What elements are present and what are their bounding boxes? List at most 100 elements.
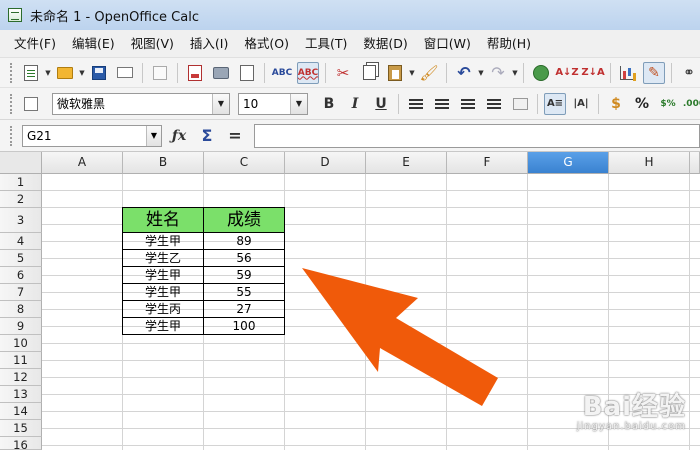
toolbar-grip[interactable]: [10, 93, 12, 114]
column-header-d[interactable]: D: [285, 152, 366, 174]
paste-dropdown[interactable]: ▼: [408, 62, 416, 84]
column-header-c[interactable]: C: [204, 152, 285, 174]
italic-button[interactable]: I: [344, 93, 366, 115]
styles-formatting-button[interactable]: [20, 93, 42, 115]
cell-score[interactable]: 56: [203, 249, 285, 267]
spellcheck-button[interactable]: ABC: [271, 62, 293, 84]
underline-button[interactable]: U: [370, 93, 392, 115]
row-header-7[interactable]: 7: [0, 284, 42, 301]
wrap-text-button[interactable]: A≡: [544, 92, 566, 115]
menu-help[interactable]: 帮助(H): [479, 33, 539, 55]
chevron-down-icon[interactable]: ▼: [290, 93, 307, 114]
column-header-h[interactable]: H: [609, 152, 690, 174]
cell-score[interactable]: 27: [203, 300, 285, 318]
column-header-b[interactable]: B: [123, 152, 204, 174]
cut-button[interactable]: ✂: [332, 62, 354, 84]
open-dropdown[interactable]: ▼: [78, 62, 86, 84]
font-size-select[interactable]: 10 ▼: [238, 92, 308, 115]
row-header-8[interactable]: 8: [0, 301, 42, 318]
row-header-11[interactable]: 11: [0, 352, 42, 369]
header-cell-name[interactable]: 姓名: [122, 207, 204, 233]
bold-button[interactable]: B: [318, 93, 340, 115]
header-cell-score[interactable]: 成绩: [203, 207, 285, 233]
find-replace-button[interactable]: ⚭: [678, 62, 700, 84]
menu-insert[interactable]: 插入(I): [182, 33, 236, 55]
menu-edit[interactable]: 编辑(E): [64, 33, 123, 55]
menu-file[interactable]: 文件(F): [6, 33, 64, 55]
navigator-button[interactable]: [530, 62, 552, 84]
justify-button[interactable]: [483, 93, 505, 115]
autospellcheck-button[interactable]: ABC: [297, 61, 319, 84]
toolbar-grip[interactable]: [10, 125, 14, 146]
redo-dropdown[interactable]: ▼: [511, 62, 519, 84]
row-header-6[interactable]: 6: [0, 267, 42, 284]
chevron-down-icon[interactable]: ▼: [146, 125, 161, 146]
menu-data[interactable]: 数据(D): [355, 33, 415, 55]
sort-descending-button[interactable]: Z↓A: [581, 62, 604, 84]
row-header-13[interactable]: 13: [0, 386, 42, 403]
font-name-select[interactable]: 微软雅黑 ▼: [52, 92, 230, 115]
currency-format-button[interactable]: $: [605, 93, 627, 115]
undo-dropdown[interactable]: ▼: [477, 62, 485, 84]
align-right-button[interactable]: [457, 93, 479, 115]
cell-score[interactable]: 100: [203, 317, 285, 335]
open-button[interactable]: [54, 62, 76, 84]
function-equals-icon[interactable]: =: [224, 125, 246, 147]
select-all-corner[interactable]: [0, 152, 42, 174]
cell-name[interactable]: 学生丙: [122, 300, 204, 318]
row-header-1[interactable]: 1: [0, 174, 42, 191]
cell-name[interactable]: 学生甲: [122, 317, 204, 335]
menu-tools[interactable]: 工具(T): [297, 33, 355, 55]
undo-button[interactable]: ↶: [453, 62, 475, 84]
sort-ascending-button[interactable]: A↓Z: [555, 62, 578, 84]
export-pdf-button[interactable]: [184, 62, 206, 84]
paste-button[interactable]: [384, 62, 406, 84]
cell-name[interactable]: 学生甲: [122, 232, 204, 250]
merge-cells-button[interactable]: [509, 93, 531, 115]
align-left-button[interactable]: [405, 93, 427, 115]
cell-score[interactable]: 59: [203, 266, 285, 284]
email-button[interactable]: [114, 62, 136, 84]
menu-format[interactable]: 格式(O): [236, 33, 297, 55]
row-header-14[interactable]: 14: [0, 403, 42, 420]
chevron-down-icon[interactable]: ▼: [212, 93, 229, 114]
new-document-dropdown[interactable]: ▼: [44, 62, 52, 84]
sum-icon[interactable]: Σ: [196, 125, 218, 147]
column-header-g[interactable]: G: [528, 152, 609, 174]
menu-window[interactable]: 窗口(W): [416, 33, 479, 55]
row-header-12[interactable]: 12: [0, 369, 42, 386]
row-header-4[interactable]: 4: [0, 233, 42, 250]
new-document-button[interactable]: [20, 62, 42, 84]
column-header-a[interactable]: A: [42, 152, 123, 174]
redo-button[interactable]: ↷: [487, 62, 509, 84]
copy-button[interactable]: [358, 62, 380, 84]
vertical-text-button[interactable]: |A|: [570, 93, 592, 115]
edit-file-button[interactable]: [149, 62, 171, 84]
save-button[interactable]: [88, 62, 110, 84]
function-wizard-icon[interactable]: ƒx: [168, 125, 190, 147]
align-center-button[interactable]: [431, 93, 453, 115]
row-header-2[interactable]: 2: [0, 191, 42, 208]
cell-name[interactable]: 学生甲: [122, 283, 204, 301]
add-decimal-button[interactable]: .000: [683, 93, 700, 115]
cell-score[interactable]: 89: [203, 232, 285, 250]
column-header-e[interactable]: E: [366, 152, 447, 174]
percent-format-button[interactable]: %: [631, 93, 653, 115]
column-header-f[interactable]: F: [447, 152, 528, 174]
insert-chart-button[interactable]: [617, 62, 639, 84]
row-header-16[interactable]: 16: [0, 437, 42, 450]
row-header-9[interactable]: 9: [0, 318, 42, 335]
cell-score[interactable]: 55: [203, 283, 285, 301]
formula-input[interactable]: [254, 123, 700, 148]
row-header-5[interactable]: 5: [0, 250, 42, 267]
column-header-partial[interactable]: [690, 152, 700, 174]
cell-name[interactable]: 学生甲: [122, 266, 204, 284]
name-box[interactable]: G21 ▼: [22, 124, 162, 147]
menu-view[interactable]: 视图(V): [123, 33, 182, 55]
show-draw-functions-button[interactable]: ✎: [643, 61, 665, 84]
clone-formatting-button[interactable]: 🖌: [418, 62, 440, 84]
row-header-3[interactable]: 3: [0, 208, 42, 233]
standard-number-format-button[interactable]: $%: [657, 93, 679, 115]
row-header-15[interactable]: 15: [0, 420, 42, 437]
row-header-10[interactable]: 10: [0, 335, 42, 352]
